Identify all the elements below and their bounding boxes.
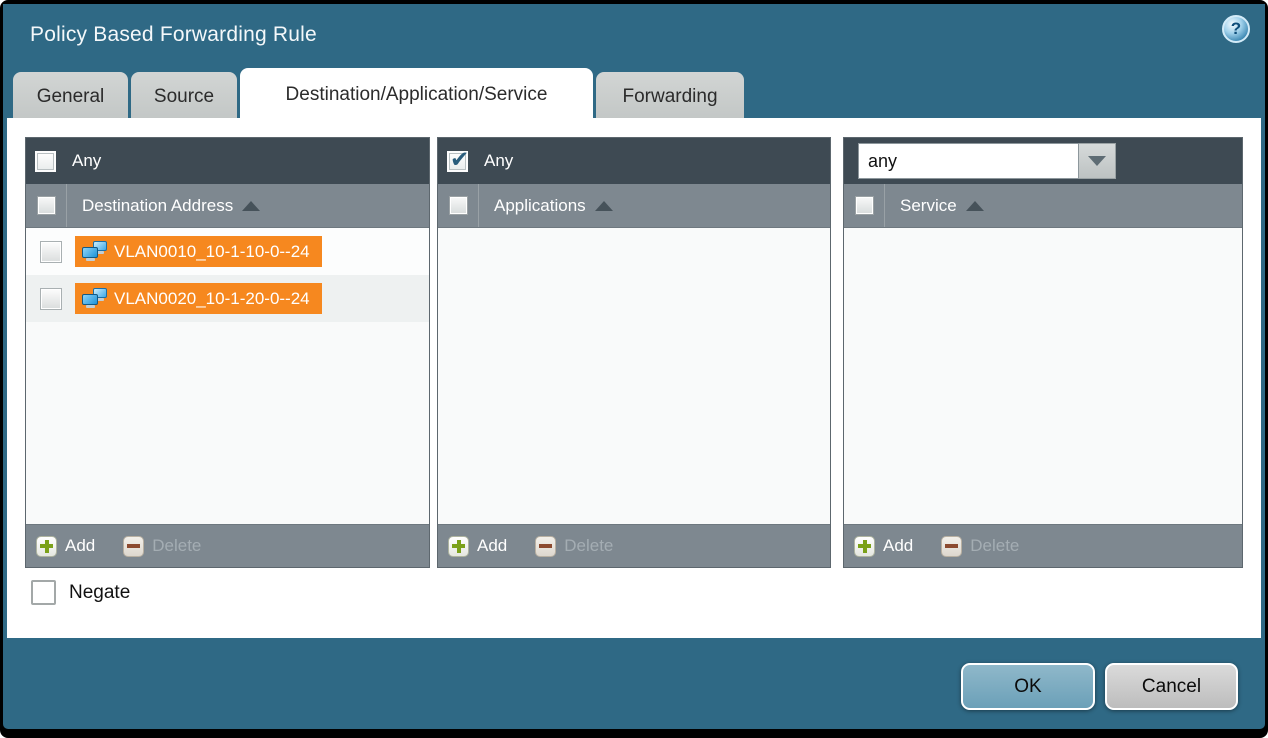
address-object-name: VLAN0010_10-1-10-0--24 xyxy=(114,242,310,262)
tab-destination-application-service[interactable]: Destination/Application/Service xyxy=(240,68,593,122)
negate-row: Negate xyxy=(31,580,130,605)
destination-any-checkbox[interactable] xyxy=(35,151,56,172)
sort-ascending-icon[interactable] xyxy=(966,201,984,211)
destination-address-list: VLAN0010_10-1-10-0--24 VLAN0020_10-1-20-… xyxy=(26,228,429,524)
dialog-body: Policy Based Forwarding Rule General Sou… xyxy=(3,4,1265,729)
delete-button[interactable]: Delete xyxy=(123,536,201,557)
destination-column-title[interactable]: Destination Address xyxy=(82,196,233,216)
delete-label: Delete xyxy=(564,536,613,556)
minus-icon xyxy=(535,536,556,557)
add-button[interactable]: Add xyxy=(36,536,95,557)
add-label: Add xyxy=(883,536,913,556)
delete-button[interactable]: Delete xyxy=(535,536,613,557)
destination-any-bar: Any xyxy=(26,138,429,184)
applications-any-checkbox[interactable] xyxy=(447,151,468,172)
negate-checkbox[interactable] xyxy=(31,580,56,605)
delete-button[interactable]: Delete xyxy=(941,536,1019,557)
network-address-icon xyxy=(82,241,107,263)
policy-forwarding-dialog: Policy Based Forwarding Rule General Sou… xyxy=(0,0,1268,738)
plus-icon xyxy=(36,536,57,557)
cancel-button[interactable]: Cancel xyxy=(1105,663,1238,710)
add-label: Add xyxy=(477,536,507,556)
columns-container: Any Destination Address xyxy=(25,137,1243,568)
tab-bar: General Source Destination/Application/S… xyxy=(13,68,747,122)
add-button[interactable]: Add xyxy=(448,536,507,557)
service-toolbar: Add Delete xyxy=(844,524,1242,567)
negate-label: Negate xyxy=(69,582,130,604)
applications-toolbar: Add Delete xyxy=(438,524,830,567)
row-checkbox[interactable] xyxy=(40,241,62,263)
applications-list xyxy=(438,228,830,524)
applications-select-all-checkbox[interactable] xyxy=(449,196,468,215)
service-column-header: Service xyxy=(844,184,1242,228)
applications-select-all-cell xyxy=(438,184,479,227)
service-panel: any Service xyxy=(843,137,1243,568)
destination-select-all-checkbox[interactable] xyxy=(37,196,56,215)
chevron-down-icon[interactable] xyxy=(1079,143,1116,179)
service-select-all-cell xyxy=(844,184,885,227)
service-list xyxy=(844,228,1242,524)
add-button[interactable]: Add xyxy=(854,536,913,557)
delete-label: Delete xyxy=(970,536,1019,556)
minus-icon xyxy=(123,536,144,557)
destination-toolbar: Add Delete xyxy=(26,524,429,567)
tab-content: Any Destination Address xyxy=(7,118,1261,638)
destination-column-header: Destination Address xyxy=(26,184,429,228)
add-label: Add xyxy=(65,536,95,556)
applications-any-bar: Any xyxy=(438,138,830,184)
applications-panel: Any Applications Add xyxy=(437,137,831,568)
destination-address-panel: Any Destination Address xyxy=(25,137,430,568)
sort-ascending-icon[interactable] xyxy=(242,201,260,211)
applications-column-title[interactable]: Applications xyxy=(494,196,586,216)
applications-any-label: Any xyxy=(484,151,513,171)
network-address-icon xyxy=(82,288,107,310)
plus-icon xyxy=(854,536,875,557)
table-row[interactable]: VLAN0010_10-1-10-0--24 xyxy=(26,228,429,275)
destination-any-label: Any xyxy=(72,151,101,171)
service-dropdown[interactable]: any xyxy=(858,143,1116,179)
plus-icon xyxy=(448,536,469,557)
sort-ascending-icon[interactable] xyxy=(595,201,613,211)
delete-label: Delete xyxy=(152,536,201,556)
title-bar: Policy Based Forwarding Rule xyxy=(3,4,1265,68)
table-row[interactable]: VLAN0020_10-1-20-0--24 xyxy=(26,275,429,322)
service-dropdown-value[interactable]: any xyxy=(858,143,1079,179)
tab-general[interactable]: General xyxy=(13,72,128,122)
tab-source[interactable]: Source xyxy=(131,72,237,122)
minus-icon xyxy=(941,536,962,557)
address-object-tag[interactable]: VLAN0020_10-1-20-0--24 xyxy=(75,283,322,314)
applications-column-header: Applications xyxy=(438,184,830,228)
service-select-all-checkbox[interactable] xyxy=(855,196,874,215)
destination-select-all-cell xyxy=(26,184,67,227)
help-icon[interactable] xyxy=(1222,15,1250,43)
ok-button[interactable]: OK xyxy=(961,663,1095,710)
service-dropdown-bar: any xyxy=(844,138,1242,184)
tab-forwarding[interactable]: Forwarding xyxy=(596,72,744,122)
service-column-title[interactable]: Service xyxy=(900,196,957,216)
page-title: Policy Based Forwarding Rule xyxy=(30,23,317,47)
address-object-name: VLAN0020_10-1-20-0--24 xyxy=(114,289,310,309)
row-checkbox[interactable] xyxy=(40,288,62,310)
address-object-tag[interactable]: VLAN0010_10-1-10-0--24 xyxy=(75,236,322,267)
